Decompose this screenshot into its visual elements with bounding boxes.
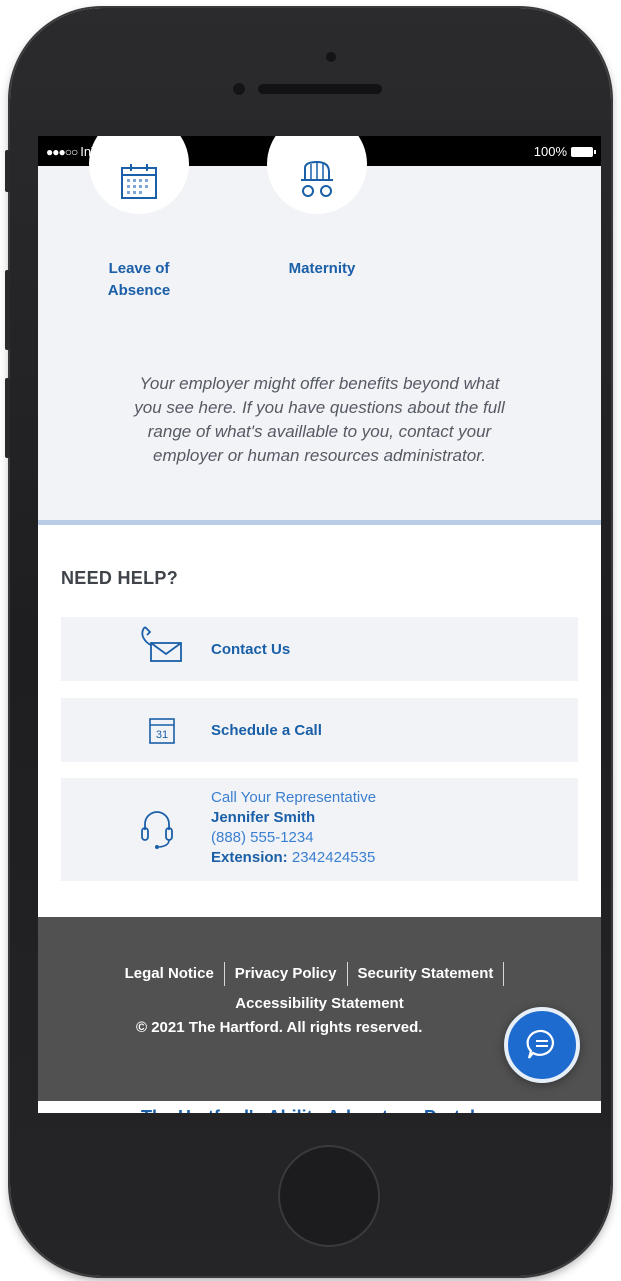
volume-down-button xyxy=(5,378,10,458)
schedule-call-card[interactable]: 31 Schedule a Call xyxy=(61,698,578,762)
security-statement-link[interactable]: Security Statement xyxy=(358,965,494,982)
need-help-heading: NEED HELP? xyxy=(61,568,179,588)
benefit-leave-icon-circle[interactable] xyxy=(89,136,189,214)
representative-card: Call Your Representative Jennifer Smith … xyxy=(61,778,578,881)
volume-up-button xyxy=(5,270,10,350)
earpiece-speaker xyxy=(258,84,382,94)
contact-us-link[interactable]: Contact Us xyxy=(211,641,290,658)
rep-phone[interactable]: (888) 555-1234 xyxy=(211,828,376,848)
separator xyxy=(346,962,348,987)
copyright: © 2021 The Hartford. All rights reserved… xyxy=(136,1019,423,1036)
home-button[interactable] xyxy=(278,1145,380,1247)
stroller-icon xyxy=(301,160,333,197)
benefits-disclaimer: Your employer might offer benefits beyon… xyxy=(134,374,505,465)
contact-us-card[interactable]: Contact Us xyxy=(61,617,578,681)
benefit-maternity[interactable]: Maternity xyxy=(267,258,377,280)
battery-icon xyxy=(571,146,596,157)
separator xyxy=(223,962,225,987)
phone-screen: ●●●○○ InVision 8:00 PM 100% xyxy=(38,136,601,1113)
accessibility-statement-link[interactable]: Accessibility Statement xyxy=(235,995,403,1012)
calendar-icon xyxy=(121,164,157,199)
chat-button[interactable] xyxy=(504,1007,580,1083)
section-divider xyxy=(38,520,601,525)
legal-notice-link[interactable]: Legal Notice xyxy=(125,965,214,982)
benefit-maternity-icon-circle[interactable] xyxy=(267,136,367,214)
schedule-call-link[interactable]: Schedule a Call xyxy=(211,722,322,739)
representative-info: Call Your Representative Jennifer Smith … xyxy=(211,788,376,868)
battery-percent: 100% xyxy=(533,144,567,159)
privacy-policy-link[interactable]: Privacy Policy xyxy=(235,965,337,982)
sensor-dot xyxy=(232,82,246,96)
mute-switch xyxy=(5,150,10,192)
ability-advantage-portal-link[interactable]: The Hartford's Ability Advantage Portal … xyxy=(38,1101,601,1113)
separator xyxy=(503,962,505,987)
front-camera xyxy=(326,52,336,62)
calendar-day-number: 31 xyxy=(155,729,169,741)
rep-extension: Extension: 2342424535 xyxy=(211,849,376,866)
benefit-leave-of-absence[interactable]: Leave of Absence xyxy=(89,258,189,302)
headset-icon xyxy=(141,811,173,849)
benefits-section: Leave of Absence Maternity Your employer… xyxy=(38,136,601,520)
footer-links: Legal Notice Privacy Policy Security State… xyxy=(38,959,601,1019)
chat-bubble-icon xyxy=(526,1029,554,1059)
rep-name: Jennifer Smith xyxy=(211,809,316,826)
rep-heading: Call Your Representative xyxy=(211,789,377,806)
phone-mail-icon xyxy=(141,626,182,662)
